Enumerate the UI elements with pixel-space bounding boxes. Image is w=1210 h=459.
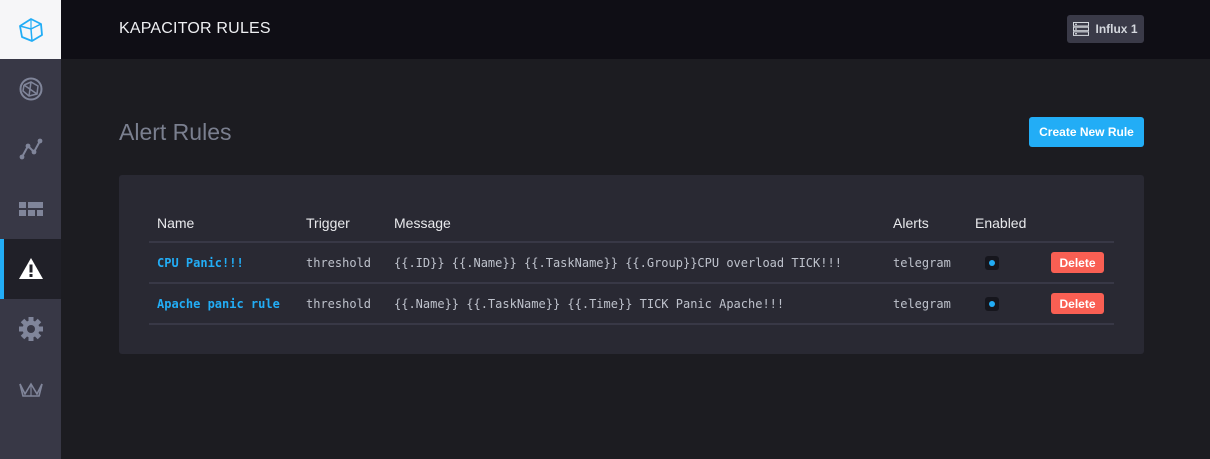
column-header-alerts: Alerts [885, 205, 967, 243]
rule-message: {{.Name}} {{.TaskName}} {{.Time}} TICK P… [386, 283, 885, 325]
source-indicator-button[interactable]: Influx 1 [1067, 15, 1144, 43]
rule-alerts: telegram [885, 283, 967, 325]
sidebar-item-configuration[interactable] [0, 299, 61, 359]
column-header-message: Message [386, 205, 885, 243]
column-header-actions [1045, 205, 1114, 243]
sidebar-item-admin[interactable] [0, 359, 61, 419]
column-header-name: Name [149, 205, 298, 243]
server-icon [1073, 22, 1090, 36]
rule-enabled-toggle[interactable] [985, 255, 999, 270]
sidebar-item-host-list[interactable] [0, 59, 61, 119]
crown-icon [18, 382, 43, 397]
sidebar-item-alerting[interactable] [0, 239, 61, 299]
rule-name-link[interactable]: Apache panic rule [149, 283, 298, 325]
rule-actions-cell: Delete [1045, 242, 1114, 284]
rule-message: {{.ID}} {{.Name}} {{.TaskName}} {{.Group… [386, 242, 885, 284]
logo-link[interactable] [0, 0, 61, 59]
table-header-row: Name Trigger Message Alerts Enabled [149, 205, 1114, 243]
page-title: Alert Rules [119, 119, 232, 145]
rule-trigger: threshold [298, 283, 386, 325]
column-header-trigger: Trigger [298, 205, 386, 243]
influx-logo-icon [18, 17, 43, 42]
rule-alerts: telegram [885, 242, 967, 284]
sidebar-item-data-explorer[interactable] [0, 119, 61, 179]
delete-rule-button[interactable]: Delete [1051, 293, 1104, 314]
cubo-icon [19, 77, 42, 101]
gear-icon [18, 317, 43, 341]
sidebar-item-dashboards[interactable] [0, 179, 61, 239]
dashboards-icon [18, 202, 43, 216]
rules-table: Name Trigger Message Alerts Enabled CPU … [149, 205, 1114, 325]
rules-panel: Name Trigger Message Alerts Enabled CPU … [119, 175, 1144, 354]
rule-name-link[interactable]: CPU Panic!!! [149, 242, 298, 284]
page-header-title: KAPACITOR RULES [119, 20, 271, 37]
table-row: Apache panic rule threshold {{.Name}} {{… [149, 283, 1114, 325]
table-row: CPU Panic!!! threshold {{.ID}} {{.Name}}… [149, 242, 1114, 284]
source-label: Influx 1 [1095, 22, 1138, 36]
sidebar [0, 0, 61, 459]
rule-trigger: threshold [298, 242, 386, 284]
column-header-enabled: Enabled [967, 205, 1045, 243]
create-new-rule-button[interactable]: Create New Rule [1029, 117, 1144, 147]
alert-triangle-icon [18, 258, 43, 279]
graph-icon [19, 138, 42, 160]
delete-rule-button[interactable]: Delete [1051, 252, 1104, 273]
rule-enabled-cell [967, 283, 1045, 325]
rule-enabled-toggle[interactable] [985, 296, 999, 311]
rule-enabled-cell [967, 242, 1045, 284]
rule-actions-cell: Delete [1045, 283, 1114, 325]
page-header: KAPACITOR RULES Influx 1 [61, 0, 1210, 59]
